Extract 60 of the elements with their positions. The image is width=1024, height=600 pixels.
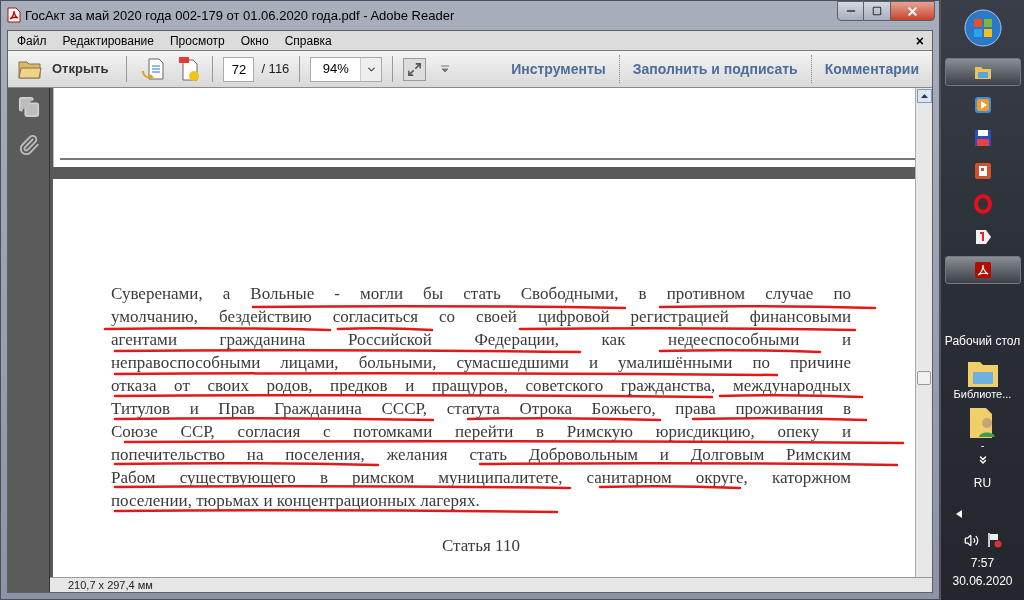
folder-icon [18, 59, 42, 79]
toolbar-options-icon[interactable] [440, 65, 451, 73]
language-indicator[interactable]: RU [973, 474, 992, 492]
menu-item[interactable]: Справка [284, 31, 332, 50]
expand-arrows-icon [407, 61, 423, 77]
clock-time[interactable]: 7:57 [970, 554, 995, 572]
panel-tab[interactable]: Заполнить и подписать [619, 58, 811, 80]
slides-icon [972, 161, 993, 181]
ring-icon [972, 194, 993, 214]
open-button[interactable]: Открыть [18, 59, 109, 79]
maximize-icon [872, 6, 882, 16]
clock-date[interactable]: 30.06.2020 [952, 572, 1013, 590]
close-button[interactable]: × [915, 33, 924, 48]
pdf-icon [7, 7, 21, 23]
page-number-field[interactable]: 72 [223, 56, 255, 82]
floppy-icon [972, 128, 993, 148]
article-heading: Статья 110 [441, 535, 521, 557]
document-text-line: попечительство на поселения, желания стать Добровольным и Долговым Римским [111, 444, 851, 466]
desktop-item-label[interactable]: Библиоте... [953, 388, 1012, 401]
document-text-line: Суверенами, а Вольные - могли бы стать Свободными, в противном случае по [111, 283, 851, 305]
scroll-up-icon[interactable] [920, 94, 928, 98]
document-settings-icon[interactable] [177, 56, 202, 82]
scrollbar-thumb[interactable] [917, 371, 931, 385]
panel-tab[interactable]: Инструменты [498, 58, 619, 80]
document-text-line: Титулов и Прав Гражданина СССР, статута Отрока Божьего, права проживания в [111, 398, 851, 420]
pdf-icon [972, 260, 993, 280]
document-text-line: умолчанию, бездействию согласиться со своей цифровой регистрацией финансовыми [111, 306, 851, 328]
play-icon [972, 95, 993, 115]
start-button[interactable] [963, 9, 1002, 47]
document-text-line: Рабом существующего в римском муниципалитете, санитарном округе, каторжном [111, 467, 851, 489]
document-text-line: Союзе ССР, согласия с потомками перейти в Римскую юрисдикцию, опеку и [111, 421, 851, 443]
document-text-line: поселении, тюрьмах и концентрационных лагерях. [111, 490, 480, 512]
window-title: ГосАкт за май 2020 года 002-179 от 01.06.2020 года.pdf - Adobe Reader [25, 7, 455, 25]
pages-icon[interactable] [17, 96, 40, 118]
panel-tab[interactable]: Комментарии [811, 58, 932, 80]
close-icon [906, 4, 919, 18]
zoom-field[interactable]: 94% [310, 56, 383, 82]
document-text-line: отказа от своих родов, предков и пращуров, советского гражданства, международных [111, 375, 851, 397]
desktop-toolbar-label: Рабочий стол [944, 333, 1021, 350]
close-button[interactable] [890, 1, 935, 21]
network-flag-icon[interactable] [986, 532, 1002, 548]
document-convert-icon[interactable] [141, 57, 166, 81]
menu-item[interactable]: Файл [17, 31, 47, 50]
page-size-label: 210,7 x 297,4 мм [68, 577, 153, 593]
tray-arrow-icon[interactable] [956, 510, 962, 518]
attachment-icon[interactable] [17, 134, 40, 156]
taskbar-app-button[interactable] [944, 58, 1021, 86]
document-text-line: агентами гражданина Российской Федерации, как недееспособными и [111, 329, 851, 351]
menu-item[interactable]: Просмотр [169, 31, 225, 50]
full-screen-button[interactable] [403, 57, 427, 81]
volume-icon[interactable] [963, 532, 979, 548]
scrollbar[interactable] [915, 88, 932, 577]
document-text-line: неправоспособными лицами, больными, сумасшедшими и умалишёнными по причине [111, 352, 851, 374]
desktop-item-label[interactable]: - [980, 439, 985, 452]
menu-item[interactable]: Редактирование [62, 31, 154, 50]
user-folder-icon [967, 405, 998, 439]
menu-item[interactable]: Окно [240, 31, 269, 50]
maximize-button[interactable] [864, 1, 890, 21]
minimize-button[interactable] [837, 1, 864, 21]
page-total: / 116 [261, 60, 290, 79]
